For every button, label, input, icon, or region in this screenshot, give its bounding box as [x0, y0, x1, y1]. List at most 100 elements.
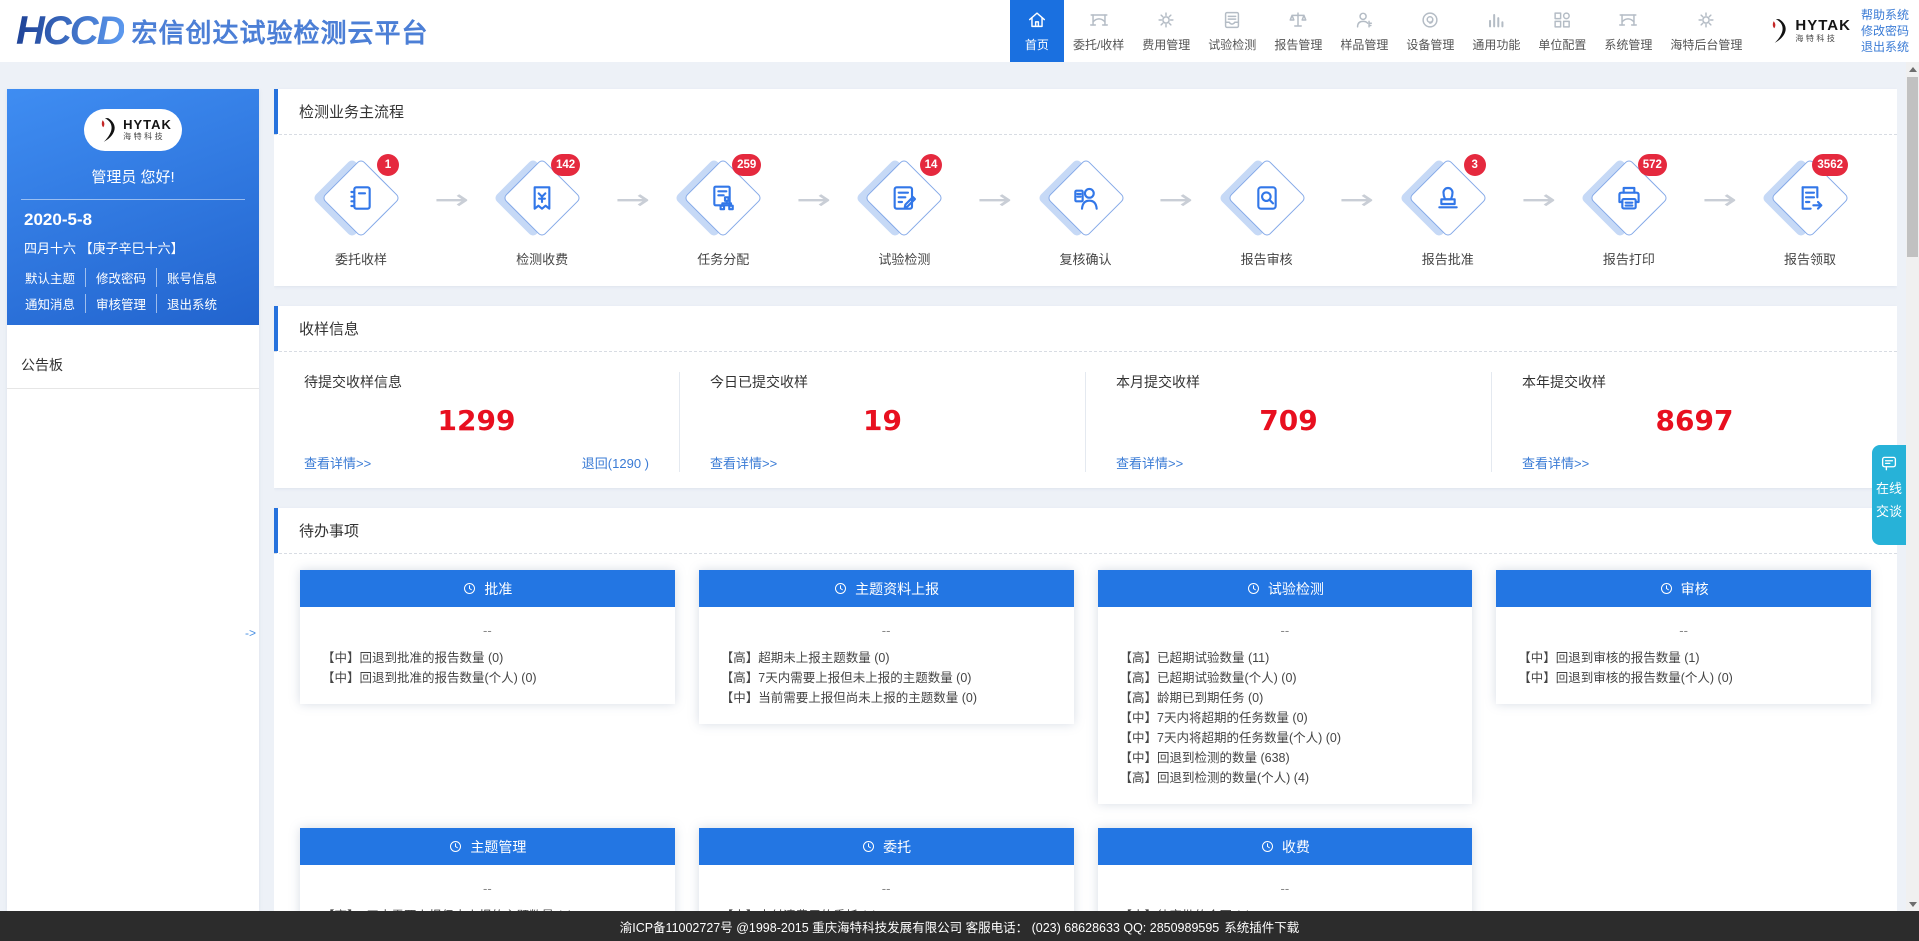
clock-icon	[861, 839, 876, 854]
flow-step-2[interactable]: 259任务分配	[684, 159, 762, 268]
sampling-section-title: 收样信息	[274, 306, 1897, 352]
clock-icon	[1260, 839, 1275, 854]
nav-item-label: 首页	[1025, 36, 1049, 53]
app-title: 宏信创达试验检测云平台	[132, 13, 429, 50]
stamp-icon	[1432, 182, 1464, 214]
flow-step-5[interactable]: 报告审核	[1228, 159, 1306, 268]
todo-card-title: 试验检测	[1268, 579, 1324, 599]
header-quick-link-2[interactable]: 退出系统	[1861, 39, 1909, 55]
flow-step-8[interactable]: 3562报告领取	[1771, 159, 1849, 268]
nav-item-sample-management[interactable]: 样品管理	[1331, 0, 1397, 62]
return-link[interactable]: 退回(1290 )	[582, 453, 649, 472]
nav-item-test-detection[interactable]: 试验检测	[1199, 0, 1265, 62]
nav-item-fee-management[interactable]: 费用管理	[1133, 0, 1199, 62]
scrollbar-up-arrow[interactable]	[1906, 62, 1919, 76]
flow-badge: 259	[732, 154, 761, 176]
nav-item-hytak-backend[interactable]: 海特后台管理	[1661, 0, 1751, 62]
current-date: 2020-5-8	[7, 210, 259, 230]
todo-card-header[interactable]: 审核	[1496, 570, 1871, 607]
view-details-link[interactable]: 查看详情>>	[1522, 453, 1589, 472]
sampling-stat-1: 今日已提交收样19查看详情>>	[680, 372, 1086, 472]
sidebar-link-r1-2[interactable]: 账号信息	[157, 268, 227, 287]
flow-step-7[interactable]: 572报告打印	[1590, 159, 1668, 268]
flow-step-3[interactable]: 14试验检测	[865, 159, 943, 268]
flow-step-label: 报告领取	[1784, 249, 1836, 268]
clock-icon	[448, 839, 463, 854]
plugin-download-link[interactable]: 系统插件下载	[1224, 917, 1299, 936]
view-details-link[interactable]: 查看详情>>	[1116, 453, 1183, 472]
nav-item-device-management[interactable]: 设备管理	[1397, 0, 1463, 62]
sidebar-link-r1-1[interactable]: 修改密码	[86, 268, 157, 287]
sidebar-user-panel: HYTAK 海特科技 管理员 您好! 2020-5-8 四月十六 【庚子辛巳十六…	[7, 89, 259, 325]
receipt-icon	[526, 182, 558, 214]
sidebar-link-r2-2[interactable]: 退出系统	[157, 294, 227, 313]
brand-name: HYTAK	[1795, 18, 1851, 34]
nav-item-system-management[interactable]: 系统管理	[1595, 0, 1661, 62]
todo-placeholder: --	[1120, 623, 1451, 638]
nav-item-unit-config[interactable]: 单位配置	[1529, 0, 1595, 62]
scrollbar-thumb[interactable]	[1907, 77, 1918, 257]
flow-diamond: 259	[684, 159, 762, 237]
nav-item-report-management[interactable]: 报告管理	[1265, 0, 1331, 62]
stats-row: 待提交收样信息1299查看详情>>退回(1290 )今日已提交收样19查看详情>…	[274, 352, 1897, 488]
todo-card-title: 审核	[1681, 579, 1709, 599]
flow-step-1[interactable]: 142检测收费	[503, 159, 581, 268]
online-chat-button[interactable]: 在线 交谈	[1872, 445, 1906, 545]
todo-card-header[interactable]: 主题管理	[300, 828, 675, 865]
todo-placeholder: --	[721, 623, 1052, 638]
todo-card-header[interactable]: 主题资料上报	[699, 570, 1074, 607]
todo-item: 【中】回退到检测的数量 (638)	[1120, 748, 1451, 768]
footer: 渝ICP备11002727号 @1998-2015 重庆海特科技发展有限公司 客…	[0, 911, 1919, 941]
flow-badge: 572	[1638, 154, 1667, 176]
scales-icon	[1287, 9, 1309, 31]
header-quick-link-1[interactable]: 修改密码	[1861, 23, 1909, 39]
divider	[21, 199, 245, 200]
flow-step-4[interactable]: 复核确认	[1047, 159, 1125, 268]
sidebar-link-r1-0[interactable]: 默认主题	[15, 268, 86, 287]
sidebar-link-r2-1[interactable]: 审核管理	[86, 294, 157, 313]
flow-arrow-icon: →	[1158, 183, 1193, 216]
gear-icon	[1695, 9, 1717, 31]
todo-item: 【高】7天内需要上报但未上报的主题数量 (0)	[721, 668, 1052, 688]
sampling-section: 收样信息 待提交收样信息1299查看详情>>退回(1290 )今日已提交收样19…	[274, 306, 1897, 488]
hytak-brand: HYTAK 海特科技	[1765, 18, 1851, 45]
nav-item-label: 海特后台管理	[1670, 36, 1742, 53]
bulletin-board-title: 公告板	[7, 355, 259, 389]
view-details-link[interactable]: 查看详情>>	[304, 453, 371, 472]
flow-badge: 1	[377, 154, 399, 176]
todo-card-1: 主题资料上报--【高】超期未上报主题数量 (0)【高】7天内需要上报但未上报的主…	[699, 570, 1074, 724]
flow-step-0[interactable]: 1委托收样	[322, 159, 400, 268]
scrollbar-down-arrow[interactable]	[1906, 897, 1919, 911]
nav-item-label: 费用管理	[1142, 36, 1190, 53]
flow-step-6[interactable]: 3报告批准	[1409, 159, 1487, 268]
chat-label-line1: 在线	[1876, 478, 1902, 497]
todo-card-header[interactable]: 批准	[300, 570, 675, 607]
flow-section-title: 检测业务主流程	[274, 89, 1897, 135]
nav-item-entrust-sampling[interactable]: 委托/收样	[1064, 0, 1133, 62]
todo-item: 【中】回退到批准的报告数量(个人) (0)	[322, 668, 653, 688]
sidebar-link-r2-0[interactable]: 通知消息	[15, 294, 86, 313]
app-logo[interactable]: HCCD 宏信创达试验检测云平台	[16, 11, 429, 51]
page-scrollbar[interactable]	[1906, 62, 1919, 911]
view-details-link[interactable]: 查看详情>>	[710, 453, 777, 472]
flow-diamond	[1228, 159, 1306, 237]
todo-card-header[interactable]: 委托	[699, 828, 1074, 865]
todo-item: 【中】回退到审核的报告数量 (1)	[1518, 648, 1849, 668]
arch-icon	[1617, 9, 1639, 31]
stat-value: 8697	[1522, 404, 1867, 437]
header-quick-link-0[interactable]: 帮助系统	[1861, 7, 1909, 23]
nav-item-label: 系统管理	[1604, 36, 1652, 53]
nav-item-label: 试验检测	[1208, 36, 1256, 53]
sidebar-collapse-arrow[interactable]: ->	[245, 626, 256, 640]
nav-item-home[interactable]: 首页	[1010, 0, 1064, 62]
todo-card-header[interactable]: 收费	[1098, 828, 1473, 865]
todo-card-5: 委托--【中】未付清费用的委托 (0)【中】7天内将超期但未付清费用的委托 (0…	[699, 828, 1074, 911]
nav-item-common-functions[interactable]: 通用功能	[1463, 0, 1529, 62]
sidebar: HYTAK 海特科技 管理员 您好! 2020-5-8 四月十六 【庚子辛巳十六…	[7, 89, 259, 911]
clock-icon	[1659, 581, 1674, 596]
flow-arrow-icon: →	[796, 183, 831, 216]
location-icon	[1419, 9, 1441, 31]
flow-badge: 3562	[1812, 154, 1848, 176]
todo-card-header[interactable]: 试验检测	[1098, 570, 1473, 607]
edit-doc-icon	[888, 182, 920, 214]
